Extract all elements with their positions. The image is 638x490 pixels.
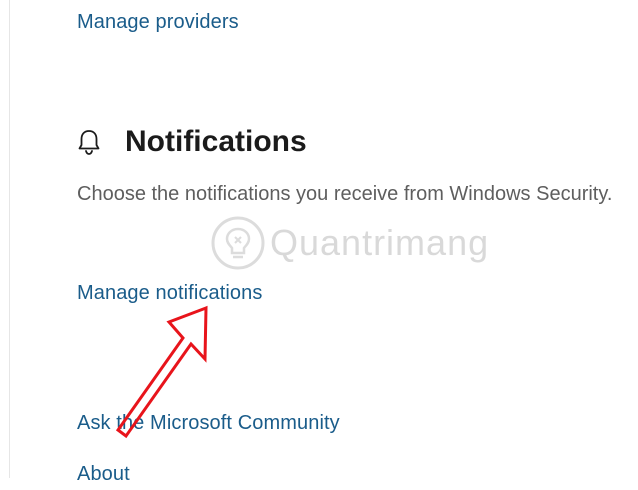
about-link[interactable]: About xyxy=(77,463,130,486)
manage-providers-link[interactable]: Manage providers xyxy=(77,11,239,34)
bell-icon xyxy=(77,128,101,156)
watermark-text: Quantrimang xyxy=(270,222,490,263)
notifications-header: Notifications xyxy=(77,122,307,162)
windows-security-settings-page: Manage providers Notifications Choose th… xyxy=(0,0,638,490)
ask-microsoft-community-link[interactable]: Ask the Microsoft Community xyxy=(77,412,340,435)
watermark: Quantrimang xyxy=(210,208,510,278)
notifications-title: Notifications xyxy=(125,125,307,158)
manage-notifications-link[interactable]: Manage notifications xyxy=(77,282,262,305)
notifications-description: Choose the notifications you receive fro… xyxy=(77,183,613,205)
left-divider xyxy=(9,0,10,478)
lightbulb-icon xyxy=(210,215,266,271)
